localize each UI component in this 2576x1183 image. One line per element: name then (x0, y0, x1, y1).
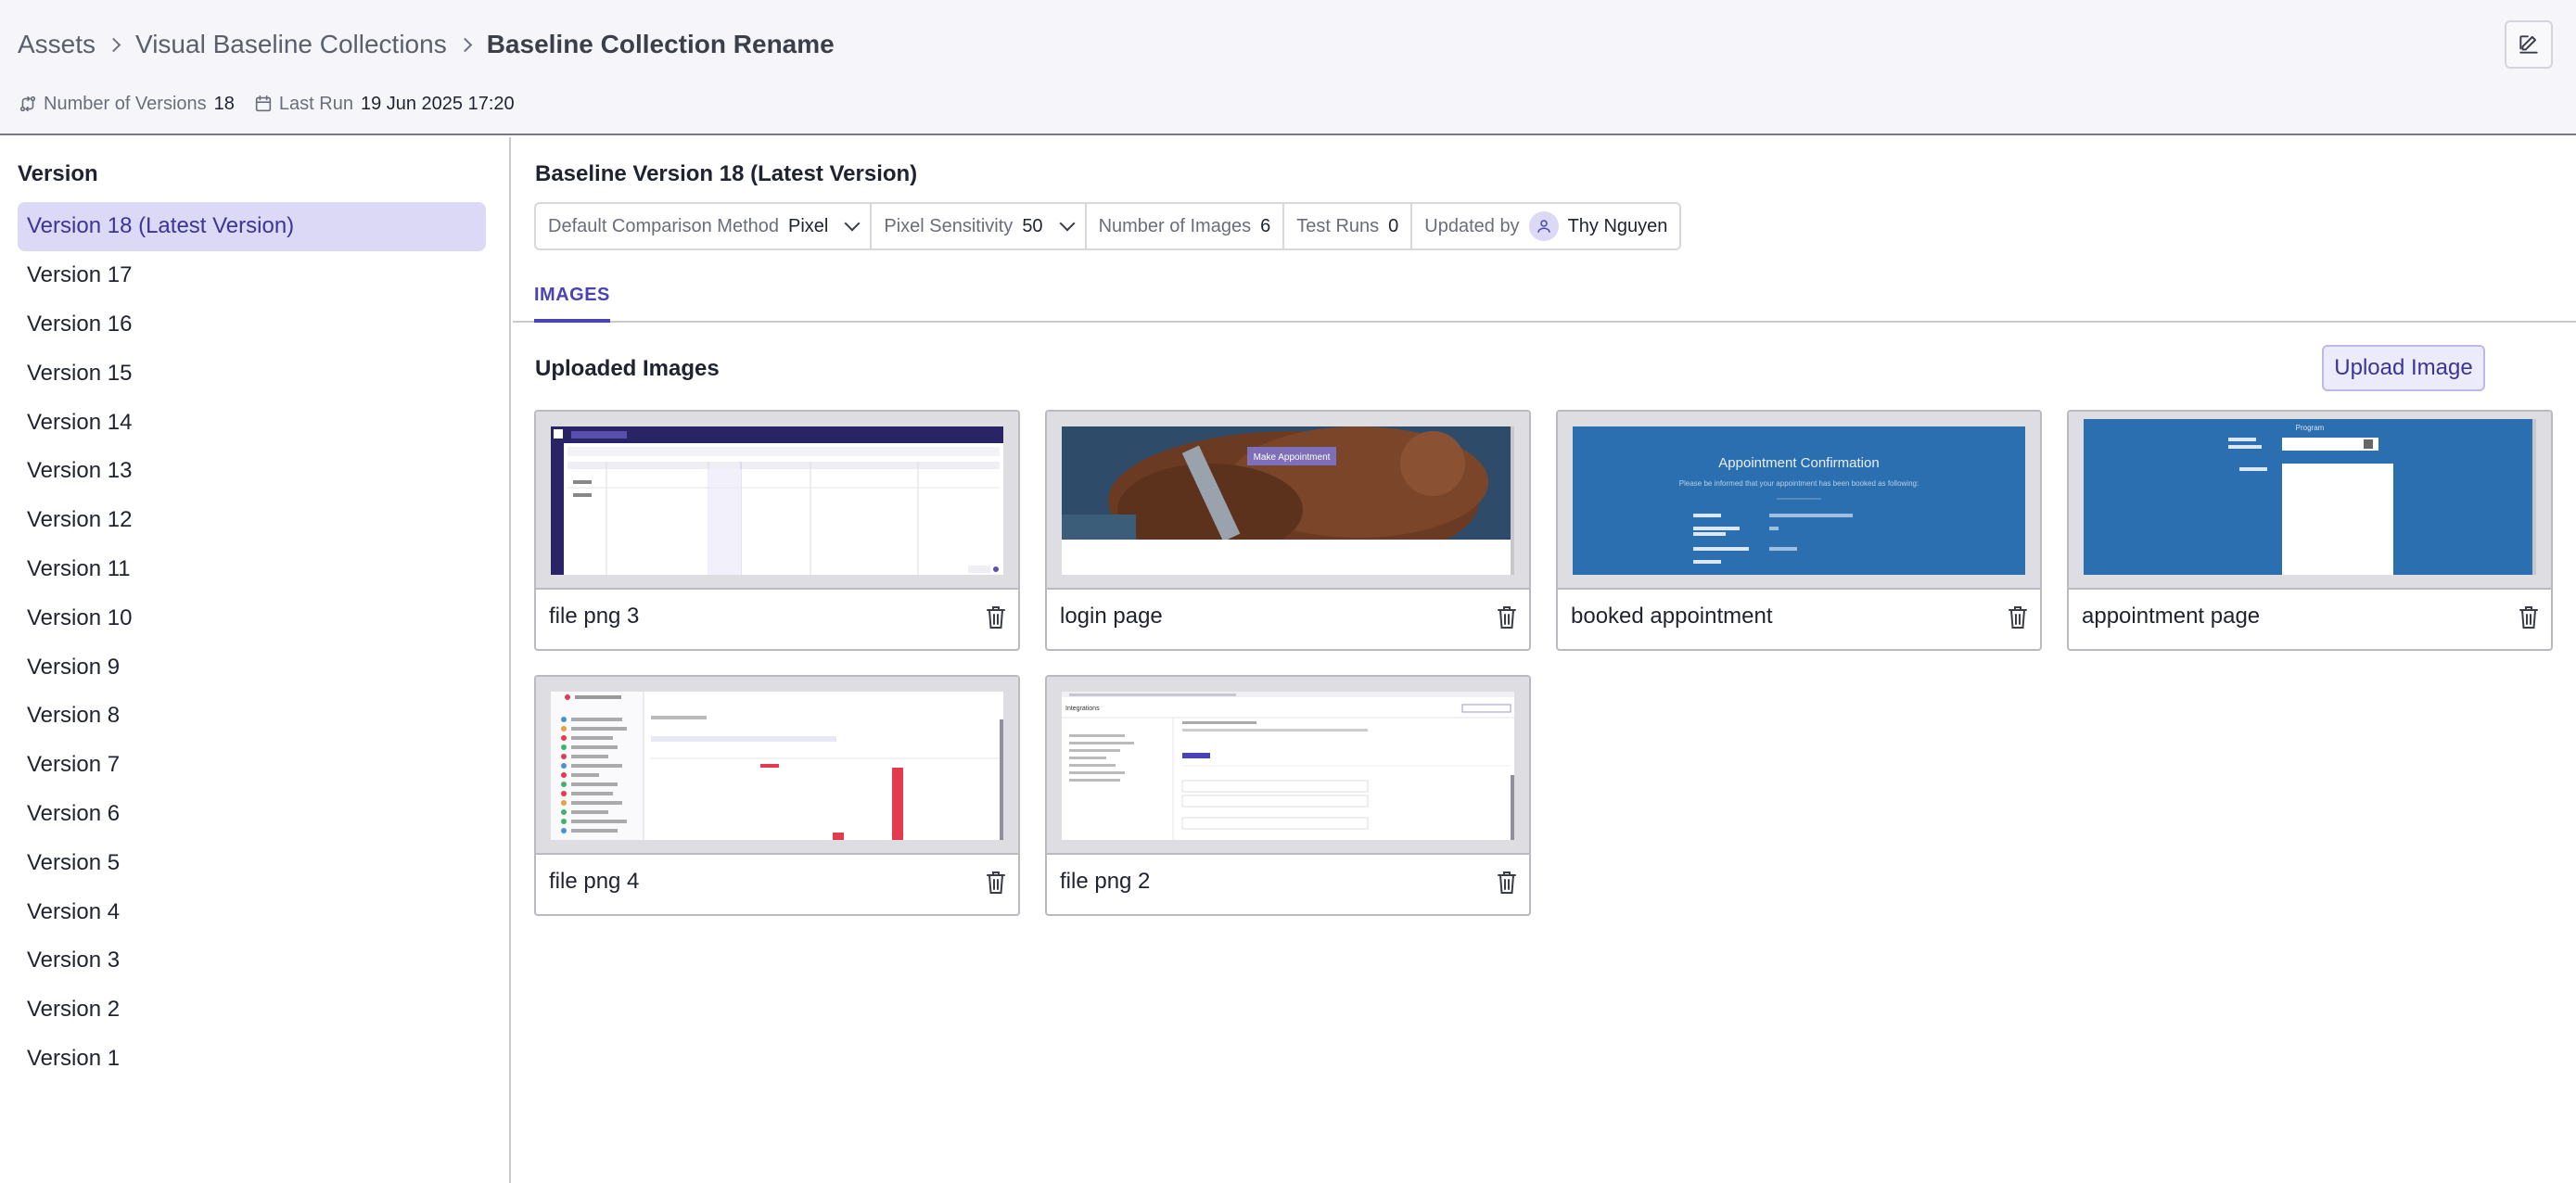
test-runs: Test Runs 0 (1284, 204, 1413, 248)
comparison-method-select[interactable]: Default Comparison Method Pixel (536, 204, 873, 248)
integrations-text: Integrations (1065, 706, 1100, 712)
image-card[interactable]: Program appointment page (2067, 410, 2553, 651)
last-run-value: 19 Jun 2025 17:20 (360, 93, 515, 114)
version-item-1[interactable]: Version 1 (18, 1035, 486, 1084)
breadcrumb: Assets Visual Baseline Collections Basel… (18, 26, 835, 63)
page-title: Baseline Collection Rename (486, 30, 835, 58)
version-item-11[interactable]: Version 11 (18, 545, 486, 594)
breadcrumb-visual-baseline-collections[interactable]: Visual Baseline Collections (135, 30, 447, 59)
versions-icon (19, 95, 36, 112)
version-item-5[interactable]: Version 5 (18, 838, 486, 887)
integrations-screenshot: Integrations (1062, 692, 1514, 840)
last-run-label: Last Run (278, 93, 353, 114)
versions-label: Number of Versions (44, 93, 207, 114)
chevron-right-icon (106, 37, 121, 52)
image-label: file png 4 (549, 869, 640, 894)
updated-by-label: Updated by (1424, 215, 1520, 236)
edit-button[interactable] (2505, 20, 2553, 69)
avatar (1528, 211, 1559, 241)
image-label: login page (1060, 604, 1163, 629)
image-thumbnail[interactable] (536, 677, 1018, 855)
number-of-images-label: Number of Images (1098, 215, 1252, 236)
trash-icon[interactable] (985, 604, 1007, 630)
upload-image-button[interactable]: Upload Image (2322, 345, 2485, 391)
version-item-6[interactable]: Version 6 (18, 790, 486, 839)
version-item-2[interactable]: Version 2 (18, 986, 486, 1035)
comparison-method-value: Pixel (788, 215, 829, 236)
pixel-sensitivity-value: 50 (1022, 215, 1043, 236)
program-text: Program (2296, 424, 2325, 432)
updated-by-value: Thy Nguyen (1567, 215, 1668, 236)
trash-icon[interactable] (2007, 604, 2029, 630)
image-label: file png 2 (1060, 869, 1151, 894)
version-item-13[interactable]: Version 13 (18, 447, 486, 496)
image-label: booked appointment (1571, 604, 1773, 629)
version-sidebar: Version Version 18 (Latest Version) Vers… (0, 137, 511, 1183)
image-label: file png 3 (549, 604, 640, 629)
calendar-app-screenshot (551, 426, 1003, 575)
trash-icon[interactable] (985, 870, 1007, 896)
version-item-12[interactable]: Version 12 (18, 496, 486, 545)
version-item-17[interactable]: Version 17 (18, 251, 486, 300)
version-item-14[interactable]: Version 14 (18, 398, 486, 447)
version-item-4[interactable]: Version 4 (18, 887, 486, 936)
teddy-bear-photo: Make Appointment (1062, 426, 1514, 575)
pixel-sensitivity-select[interactable]: Pixel Sensitivity 50 (872, 204, 1087, 248)
dashboard-screenshot (551, 692, 1003, 840)
trash-icon[interactable] (1496, 870, 1518, 896)
uploaded-images-title: Uploaded Images (535, 356, 720, 381)
make-appointment-text: Make Appointment (1254, 452, 1331, 463)
version-item-7[interactable]: Version 7 (18, 741, 486, 790)
comparison-method-label: Default Comparison Method (548, 215, 780, 236)
tab-images[interactable]: IMAGES (534, 271, 610, 323)
version-item-8[interactable]: Version 8 (18, 692, 486, 741)
updated-by: Updated by Thy Nguyen (1412, 204, 1679, 248)
image-label: appointment page (2082, 604, 2261, 629)
image-card[interactable]: Make Appointment login page (1045, 410, 1531, 651)
test-runs-label: Test Runs (1296, 215, 1380, 236)
appointment-confirmation-screenshot: Appointment Confirmation Please be infor… (1573, 426, 2025, 575)
user-icon (1537, 220, 1550, 233)
image-card[interactable]: file png 3 (534, 410, 1020, 651)
image-thumbnail[interactable]: Integrations (1047, 677, 1529, 855)
appointment-form-screenshot: Program (2084, 419, 2536, 575)
chevron-down-icon (844, 215, 861, 232)
trash-icon[interactable] (1496, 604, 1518, 630)
page-header: Assets Visual Baseline Collections Basel… (0, 0, 2576, 135)
calendar-icon (255, 95, 272, 112)
image-card[interactable]: Appointment Confirmation Please be infor… (1556, 410, 2042, 651)
number-of-images-value: 6 (1260, 215, 1271, 236)
number-of-images: Number of Images 6 (1087, 204, 1285, 248)
version-properties: Default Comparison Method Pixel Pixel Se… (534, 202, 1682, 250)
breadcrumb-assets[interactable]: Assets (18, 30, 96, 59)
version-item-3[interactable]: Version 3 (18, 936, 486, 986)
test-runs-value: 0 (1388, 215, 1399, 236)
chevron-down-icon (1059, 215, 1076, 232)
image-thumbnail[interactable]: Appointment Confirmation Please be infor… (1558, 412, 2040, 590)
tab-bar: IMAGES (513, 271, 2576, 323)
image-thumbnail[interactable] (536, 412, 1018, 590)
collection-meta: Number of Versions 18 Last Run 19 Jun 20… (18, 91, 533, 117)
image-thumbnail[interactable]: Program (2069, 412, 2551, 590)
baseline-version-title: Baseline Version 18 (Latest Version) (535, 161, 918, 186)
versions-value: 18 (213, 93, 235, 114)
main-panel: Baseline Version 18 (Latest Version) Def… (513, 137, 2576, 1183)
confirmation-sub-text: Please be informed that your appointment… (1679, 479, 1919, 488)
version-item-18[interactable]: Version 18 (Latest Version) (18, 202, 486, 251)
confirmation-title-text: Appointment Confirmation (1718, 455, 1879, 471)
image-thumbnail[interactable]: Make Appointment (1047, 412, 1529, 590)
sidebar-title: Version (18, 161, 98, 186)
version-item-10[interactable]: Version 10 (18, 593, 486, 642)
trash-icon[interactable] (2518, 604, 2540, 630)
image-card[interactable]: file png 4 (534, 675, 1020, 916)
image-card[interactable]: Integrations file png 2 (1045, 675, 1531, 916)
edit-icon (2519, 35, 2538, 54)
version-item-9[interactable]: Version 9 (18, 642, 486, 692)
pixel-sensitivity-label: Pixel Sensitivity (884, 215, 1014, 236)
version-item-16[interactable]: Version 16 (18, 300, 486, 350)
version-item-15[interactable]: Version 15 (18, 349, 486, 398)
chevron-right-icon (457, 37, 472, 52)
version-list: Version 18 (Latest Version) Version 17 V… (18, 202, 486, 1083)
